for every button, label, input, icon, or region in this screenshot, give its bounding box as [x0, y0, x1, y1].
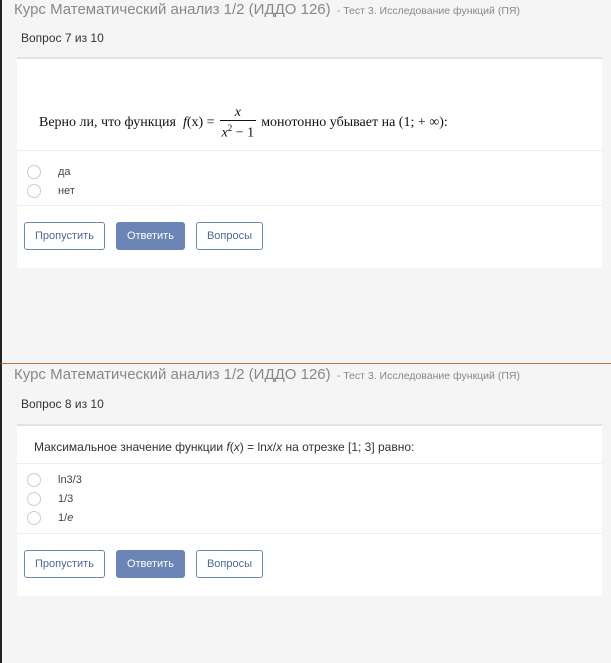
option-label: да: [58, 165, 71, 178]
divider: [17, 533, 602, 534]
question-counter: Вопрос 7 из 10: [21, 31, 104, 45]
question-suffix: монотонно убывает на (1; + ∞):: [261, 114, 448, 130]
skip-button[interactable]: Пропустить: [24, 550, 105, 578]
fraction-denominator: x2 − 1: [220, 121, 257, 141]
course-header: Курс Математический анализ 1/2 (ИДДО 126…: [14, 366, 520, 383]
divider: [17, 205, 602, 206]
test-name: - Тест 3. Исследование функций (ПЯ): [336, 5, 520, 17]
divider: [17, 150, 602, 151]
question-screen-8: Курс Математический анализ 1/2 (ИДДО 126…: [0, 363, 611, 663]
answer-options: ln3/3 1/3 1/e: [27, 470, 82, 527]
option-yes[interactable]: да: [27, 162, 75, 181]
course-title: Курс Математический анализ 1/2 (ИДДО 126…: [14, 1, 331, 18]
questions-button[interactable]: Вопросы: [195, 222, 264, 250]
radio-button[interactable]: [27, 183, 41, 198]
denominator-rest: − 1: [232, 125, 255, 141]
option-label-italic: e: [67, 511, 74, 524]
action-buttons: Пропустить Ответить Вопросы: [24, 222, 264, 250]
question-card: Максимальное значение функции f(x) = lnx…: [17, 424, 602, 596]
option-1-3[interactable]: 1/3: [27, 489, 82, 508]
option-label: 1/e: [58, 512, 73, 524]
course-header: Курс Математический анализ 1/2 (ИДДО 126…: [14, 1, 520, 18]
question-text: Максимальное значение функции f(x) = lnx…: [34, 440, 414, 454]
skip-button[interactable]: Пропустить: [24, 222, 105, 250]
radio-button[interactable]: [27, 164, 41, 179]
option-label: ln3/3: [58, 473, 82, 486]
option-label: 1/3: [58, 492, 74, 505]
option-label: нет: [58, 184, 75, 197]
divider: [17, 463, 602, 464]
answer-options: да нет: [27, 162, 75, 200]
question-screen-7: Курс Математический анализ 1/2 (ИДДО 126…: [0, 0, 611, 363]
action-buttons: Пропустить Ответить Вопросы: [24, 550, 264, 578]
question-text: Верно ли, что функция f (x) = x x2 − 1 м…: [39, 105, 448, 141]
answer-button[interactable]: Ответить: [115, 222, 185, 250]
question-prefix: Верно ли, что функция: [39, 114, 176, 130]
function-argument: (x) =: [186, 114, 215, 130]
radio-button[interactable]: [27, 510, 41, 525]
fraction: x x2 − 1: [219, 105, 257, 141]
option-label-prefix: 1/: [58, 511, 68, 524]
answer-button[interactable]: Ответить: [115, 550, 185, 578]
question-prefix: Максимальное значение функции: [34, 440, 227, 454]
fraction-numerator: x: [234, 105, 241, 120]
radio-button[interactable]: [27, 491, 41, 506]
equals-ln: ) = ln: [239, 440, 267, 454]
question-suffix: на отрезке [1; 3] равно:: [282, 440, 415, 454]
option-no[interactable]: нет: [27, 181, 75, 200]
radio-button[interactable]: [27, 472, 41, 487]
test-name: - Тест 3. Исследование функций (ПЯ): [336, 370, 520, 382]
course-title: Курс Математический анализ 1/2 (ИДДО 126…: [14, 366, 331, 383]
questions-button[interactable]: Вопросы: [195, 550, 264, 578]
option-ln3-3[interactable]: ln3/3: [27, 470, 82, 489]
question-counter: Вопрос 8 из 10: [21, 397, 104, 411]
option-1-e[interactable]: 1/e: [27, 508, 82, 527]
question-card: Верно ли, что функция f (x) = x x2 − 1 м…: [17, 57, 602, 268]
